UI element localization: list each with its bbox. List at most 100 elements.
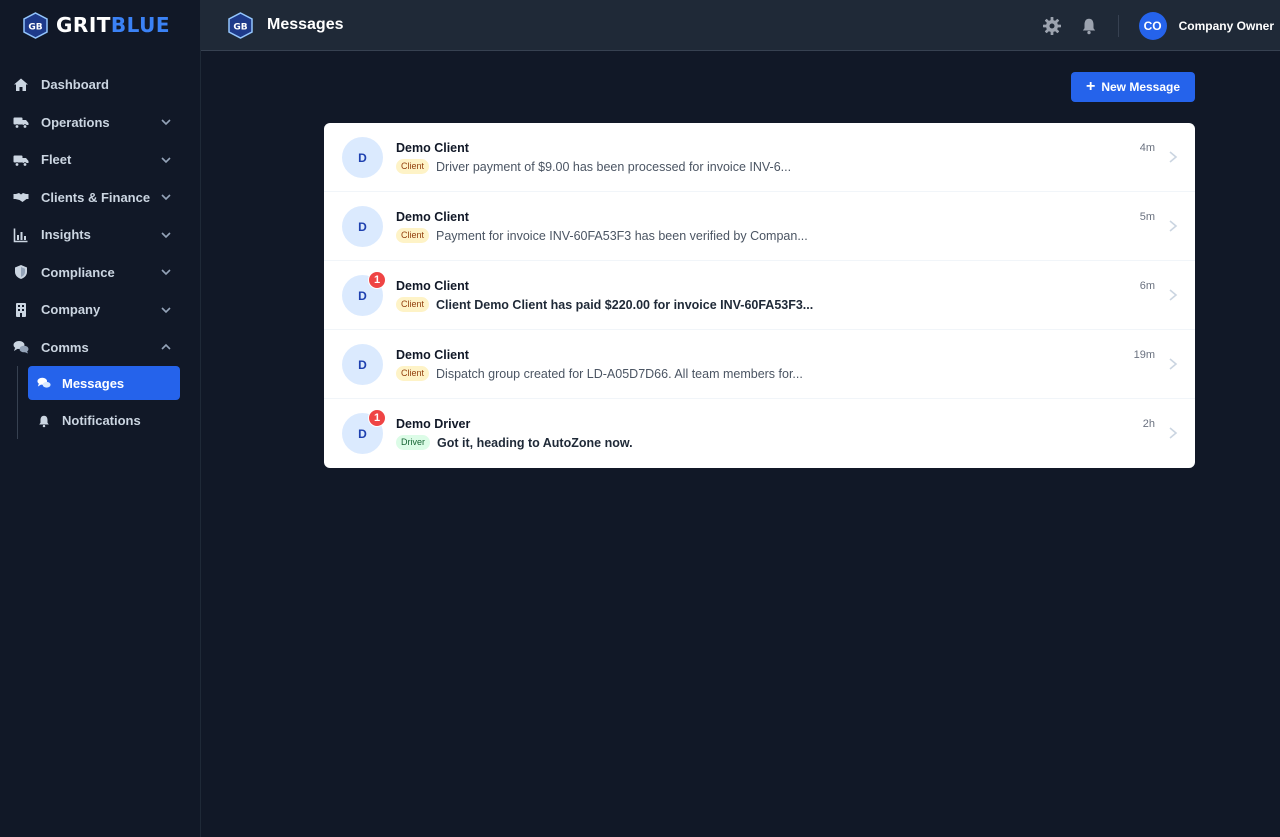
sidebar-item-insights[interactable]: Insights [0, 216, 200, 254]
message-list: D Demo Client Client Driver payment of $… [324, 123, 1195, 468]
bell-icon [1082, 18, 1095, 34]
message-time: 6m [1139, 280, 1155, 292]
sidebar-item-compliance[interactable]: Compliance [0, 254, 200, 292]
home-icon [14, 78, 28, 91]
plus-icon: + [1085, 78, 1096, 95]
svg-text:GB: GB [28, 22, 42, 32]
building-icon [16, 302, 26, 317]
message-preview: Got it, heading to AutoZone now. [437, 435, 633, 450]
role-badge: Client [396, 228, 430, 243]
chevron-right-icon [1169, 427, 1178, 439]
sender-name: Demo Client [396, 210, 469, 224]
new-message-label: New Message [1101, 80, 1181, 94]
sidebar-item-clients-finance[interactable]: Clients & Finance [0, 179, 200, 217]
avatar: D [342, 206, 383, 247]
message-preview: Driver payment of $9.00 has been process… [436, 159, 792, 174]
chevron-right-icon [1169, 358, 1178, 370]
message-meta: Client Dispatch group created for LD-A05… [396, 366, 803, 381]
sidebar-item-comms[interactable]: Comms [0, 329, 200, 367]
sidebar-item-label: Comms [41, 339, 89, 355]
sidebar-item-label: Operations [41, 114, 110, 130]
message-meta: Client Payment for invoice INV-60FA53F3 … [396, 228, 808, 243]
sidebar-subitem-messages[interactable]: Messages [28, 366, 180, 400]
sender-name: Demo Client [396, 348, 469, 362]
sidebar-item-label: Compliance [41, 264, 115, 280]
message-preview: Payment for invoice INV-60FA53F3 has bee… [436, 228, 808, 243]
user-avatar[interactable]: CO [1138, 11, 1167, 40]
avatar: D [342, 344, 383, 385]
sidebar-subitem-label: Messages [62, 375, 125, 391]
brand-name: GRITBLUE [56, 13, 171, 37]
message-meta: Client Client Demo Client has paid $220.… [396, 297, 813, 312]
sidebar-item-label: Fleet [41, 152, 72, 168]
message-row[interactable]: D Demo Client Client Payment for invoice… [324, 192, 1195, 261]
message-row[interactable]: D 1 Demo Client Client Client Demo Clien… [324, 261, 1195, 330]
shield-icon [15, 265, 27, 280]
sidebar-item-label: Clients & Finance [41, 189, 151, 205]
chevron-down-icon [161, 194, 171, 201]
chevron-down-icon [161, 119, 171, 126]
gear-icon [1042, 16, 1061, 35]
chevron-down-icon [161, 232, 171, 238]
brand[interactable]: GB GRITBLUE [0, 0, 200, 50]
chat-icon [37, 377, 51, 388]
chevron-down-icon [161, 157, 171, 163]
sidebar-item-company[interactable]: Company [0, 291, 200, 329]
notifications-button[interactable] [1079, 16, 1099, 36]
sidebar-item-label: Insights [41, 227, 91, 243]
sender-name: Demo Client [396, 279, 469, 293]
message-row[interactable]: D 1 Demo Driver Driver Got it, heading t… [324, 399, 1195, 468]
message-meta: Client Driver payment of $9.00 has been … [396, 159, 791, 174]
truck-icon [13, 155, 29, 167]
message-time: 5m [1139, 211, 1155, 223]
sidebar-item-dashboard[interactable]: Dashboard [0, 66, 200, 104]
sidebar-nav: Dashboard Operations Fleet Clients & Fin… [0, 66, 200, 439]
user-name[interactable]: Company Owner [1179, 19, 1274, 33]
message-row[interactable]: D Demo Client Client Driver payment of $… [324, 123, 1195, 192]
page-title: Messages [267, 16, 344, 33]
sidebar-item-label: Company [41, 302, 101, 318]
unread-count-badge: 1 [368, 271, 386, 289]
gritblue-logo-icon: GB [228, 11, 253, 39]
svg-text:GB: GB [233, 22, 247, 32]
sender-name: Demo Driver [396, 417, 471, 431]
unread-count-badge: 1 [368, 409, 386, 427]
comms-subnav: Messages Notifications [17, 366, 200, 439]
topbar-actions: CO Company Owner [1042, 0, 1274, 51]
avatar: D [342, 137, 383, 178]
message-row[interactable]: D Demo Client Client Dispatch group crea… [324, 330, 1195, 399]
chevron-down-icon [161, 269, 171, 276]
new-message-button[interactable]: + New Message [1071, 72, 1195, 102]
chevron-right-icon [1169, 289, 1178, 301]
truck-icon [13, 117, 29, 129]
chat-icon [13, 341, 29, 354]
gritblue-logo-icon: GB [23, 11, 48, 39]
sidebar-item-label: Dashboard [41, 77, 109, 93]
role-badge: Driver [396, 435, 430, 450]
topbar: GB Messages CO Company Owner [201, 0, 1280, 51]
settings-button[interactable] [1042, 16, 1062, 36]
chevron-right-icon [1169, 151, 1178, 163]
role-badge: Client [396, 297, 430, 312]
message-time: 4m [1139, 142, 1155, 154]
message-preview: Client Demo Client has paid $220.00 for … [436, 297, 814, 312]
sidebar-item-fleet[interactable]: Fleet [0, 141, 200, 179]
role-badge: Client [396, 366, 430, 381]
chevron-down-icon [161, 307, 171, 313]
bell-icon [39, 415, 49, 427]
sidebar: GB GRITBLUE Dashboard Operations Fleet C… [0, 0, 201, 837]
message-preview: Dispatch group created for LD-A05D7D66. … [436, 366, 803, 381]
chevron-up-icon [161, 344, 171, 350]
message-time: 2h [1142, 418, 1155, 430]
topbar-divider [1117, 14, 1119, 37]
sender-name: Demo Client [396, 141, 469, 155]
message-time: 19m [1133, 349, 1155, 361]
sidebar-subitem-label: Notifications [62, 413, 141, 428]
role-badge: Client [396, 159, 430, 174]
sidebar-item-operations[interactable]: Operations [0, 104, 200, 142]
sidebar-subitem-notifications[interactable]: Notifications [28, 404, 180, 438]
chart-icon [13, 228, 28, 243]
chevron-right-icon [1169, 220, 1178, 232]
handshake-icon [13, 193, 29, 203]
message-meta: Driver Got it, heading to AutoZone now. [396, 435, 633, 450]
